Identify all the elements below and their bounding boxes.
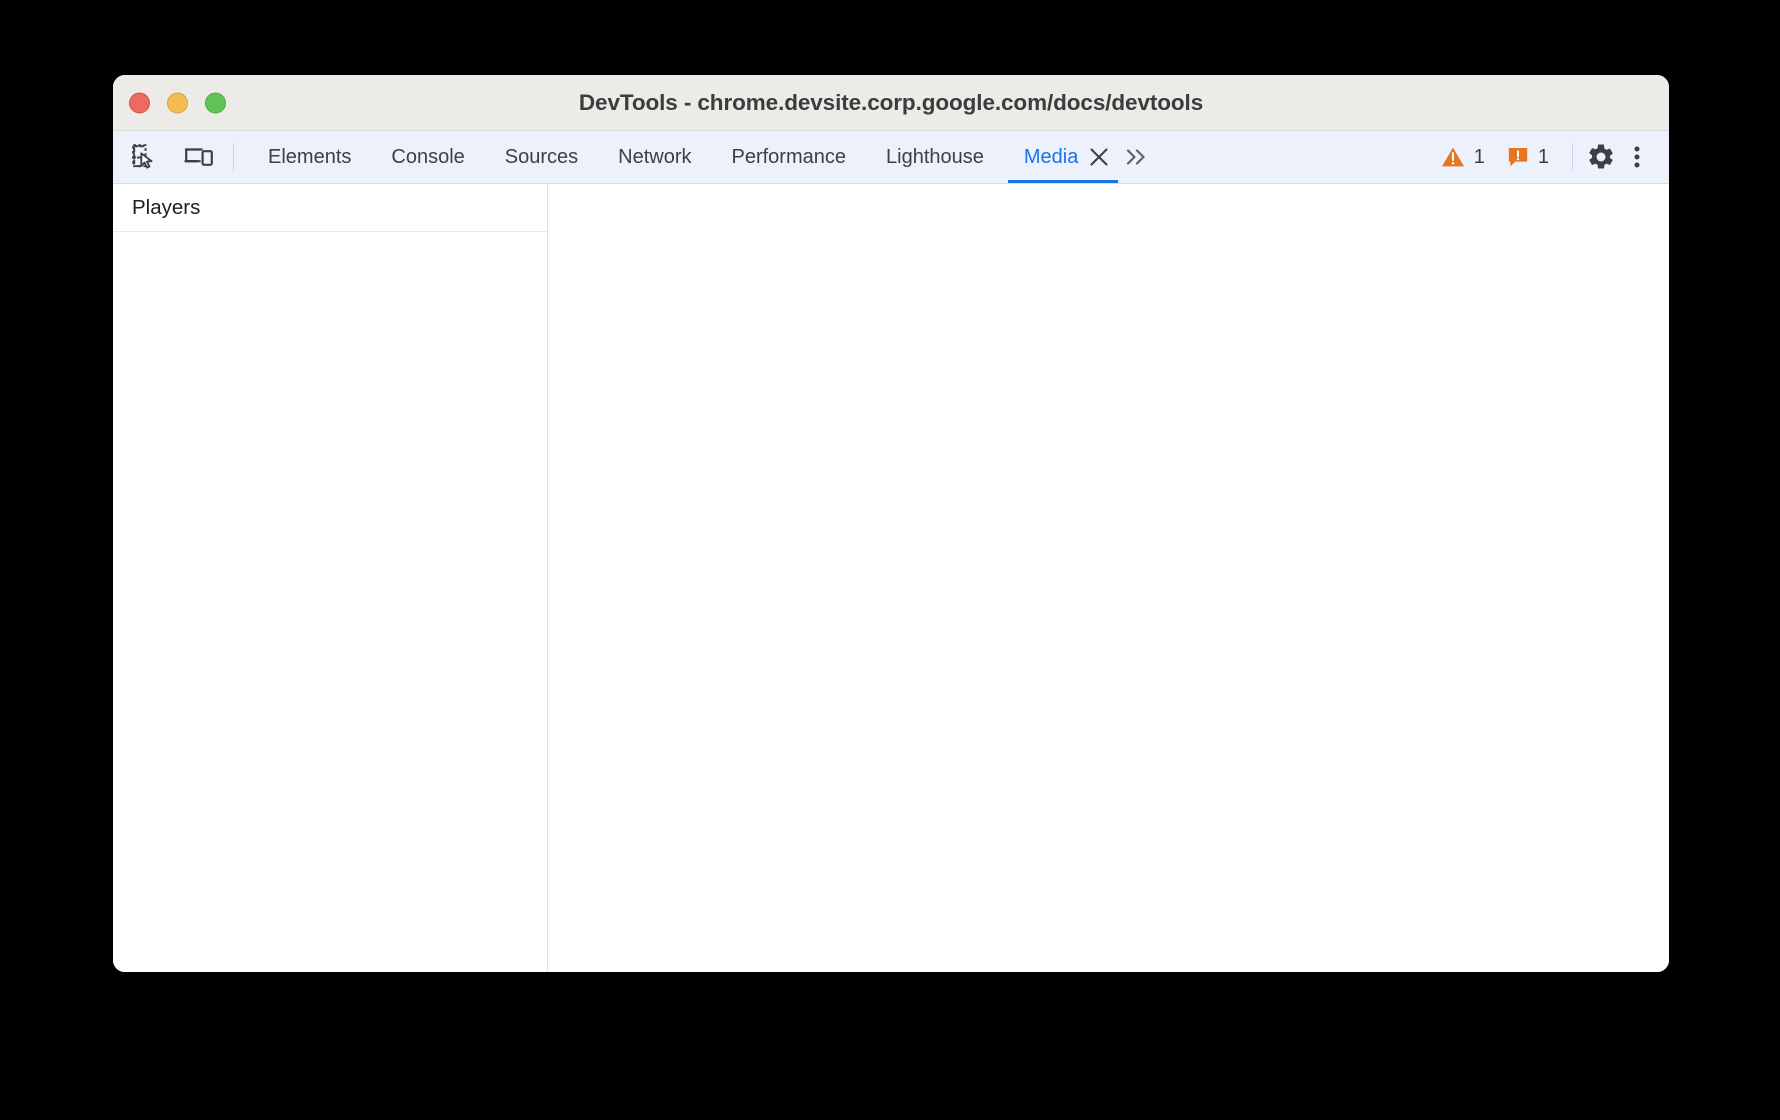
traffic-lights [129,92,226,113]
device-toolbar-glyph [184,148,213,166]
kebab-menu-glyph [1634,146,1640,168]
more-options-kebab-icon[interactable] [1619,139,1655,175]
issues-badge[interactable]: 1 [1496,146,1560,169]
tab-lighthouse[interactable]: Lighthouse [866,131,1004,183]
warning-badge[interactable]: 1 [1430,146,1496,169]
gear-glyph [1589,144,1613,169]
toolbar-right-actions: 1 1 [1430,131,1669,183]
tab-overflow-icon[interactable] [1116,131,1162,183]
tab-media-label: Media [1023,145,1079,168]
warning-count: 1 [1473,145,1485,168]
inspect-element-icon[interactable] [127,139,163,175]
media-main-pane[interactable] [548,184,1669,972]
close-tab-icon[interactable] [1076,131,1117,183]
tab-console[interactable]: Console [371,131,484,183]
tab-sources[interactable]: Sources [485,131,598,183]
panel-tabs: Elements Console Sources Network Perform… [248,131,1162,183]
tab-performance[interactable]: Performance [712,131,867,183]
tab-performance-label: Performance [731,145,847,168]
tab-media[interactable]: Media [1004,131,1120,183]
close-x-glyph [1090,148,1108,166]
tab-network-label: Network [618,145,692,168]
toolbar-left-icons [113,131,217,183]
window-minimize-button[interactable] [167,92,188,113]
warning-triangle-icon [1441,147,1464,167]
tab-lighthouse-label: Lighthouse [886,145,984,168]
devtools-tabbar: Elements Console Sources Network Perform… [113,131,1669,184]
tab-network[interactable]: Network [598,131,711,183]
tab-elements[interactable]: Elements [248,131,371,183]
players-header: Players [113,184,547,232]
issue-square-icon [1508,148,1528,167]
chevron-double-right-glyph [1127,149,1145,165]
tab-console-label: Console [391,145,465,168]
window-close-button[interactable] [129,92,150,113]
settings-gear-icon[interactable] [1583,139,1619,175]
players-list[interactable] [113,232,547,972]
window-title: DevTools - chrome.devsite.corp.google.co… [578,89,1204,115]
devtools-window: DevTools - chrome.devsite.corp.google.co… [113,75,1669,972]
toolbar-right-divider [1572,143,1573,171]
issues-count: 1 [1537,145,1549,168]
players-sidebar: Players [113,184,548,972]
window-maximize-button[interactable] [205,92,226,113]
media-panel-body: Players [113,184,1669,972]
device-toolbar-icon[interactable] [181,139,217,175]
tab-sources-label: Sources [504,145,579,168]
toolbar-divider [233,143,234,171]
inspect-element-glyph [132,144,153,169]
tab-elements-label: Elements [268,145,352,168]
window-titlebar: DevTools - chrome.devsite.corp.google.co… [113,75,1669,131]
